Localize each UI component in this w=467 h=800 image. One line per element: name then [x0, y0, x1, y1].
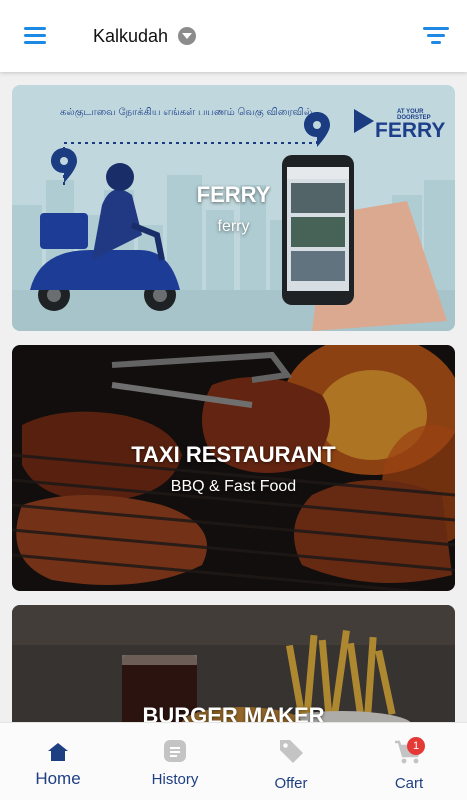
nav-home-label: Home — [35, 769, 81, 788]
card-text: FERRY ferry — [12, 182, 455, 236]
nav-history-label: History — [151, 771, 199, 788]
brand-logo-text: FERRY — [375, 119, 446, 142]
chevron-down-icon — [178, 27, 197, 45]
shop-card-ferry[interactable]: கல்குடாவை நோக்கிய எங்கள் பயணம் வெகு விரை… — [12, 85, 455, 331]
nav-offer-label: Offer — [274, 775, 308, 792]
hamburger-icon[interactable] — [22, 24, 50, 46]
history-icon — [164, 740, 186, 762]
home-icon — [48, 743, 68, 761]
app-bar: Kalkudah — [0, 0, 467, 72]
card-title: TAXI RESTAURANT — [131, 442, 336, 467]
cart-badge: 1 — [407, 737, 425, 755]
nav-history[interactable]: History — [136, 723, 214, 800]
filter-icon[interactable] — [421, 22, 451, 50]
bottom-navigation: Home History Offer 1 Cart — [0, 722, 467, 800]
banner-caption: கல்குடாவை நோக்கிய எங்கள் பயணம் வெகு விரை… — [60, 107, 321, 118]
card-subtitle: BBQ & Fast Food — [170, 478, 297, 495]
location-selector[interactable]: Kalkudah — [93, 22, 197, 50]
shop-card-burger-maker[interactable]: BURGER MAKER — [12, 605, 455, 735]
nav-cart[interactable]: 1 Cart — [374, 723, 444, 800]
tag-icon — [280, 740, 303, 763]
card-subtitle: ferry — [217, 218, 250, 235]
nav-cart-label: Cart — [394, 775, 424, 792]
card-text: TAXI RESTAURANT BBQ & Fast Food — [12, 442, 455, 496]
nav-home[interactable]: Home — [18, 723, 98, 800]
card-title: FERRY — [196, 182, 271, 207]
nav-offer[interactable]: Offer — [255, 723, 327, 800]
location-label: Kalkudah — [93, 25, 169, 46]
shop-card-taxi-restaurant[interactable]: TAXI RESTAURANT BBQ & Fast Food — [12, 345, 455, 591]
